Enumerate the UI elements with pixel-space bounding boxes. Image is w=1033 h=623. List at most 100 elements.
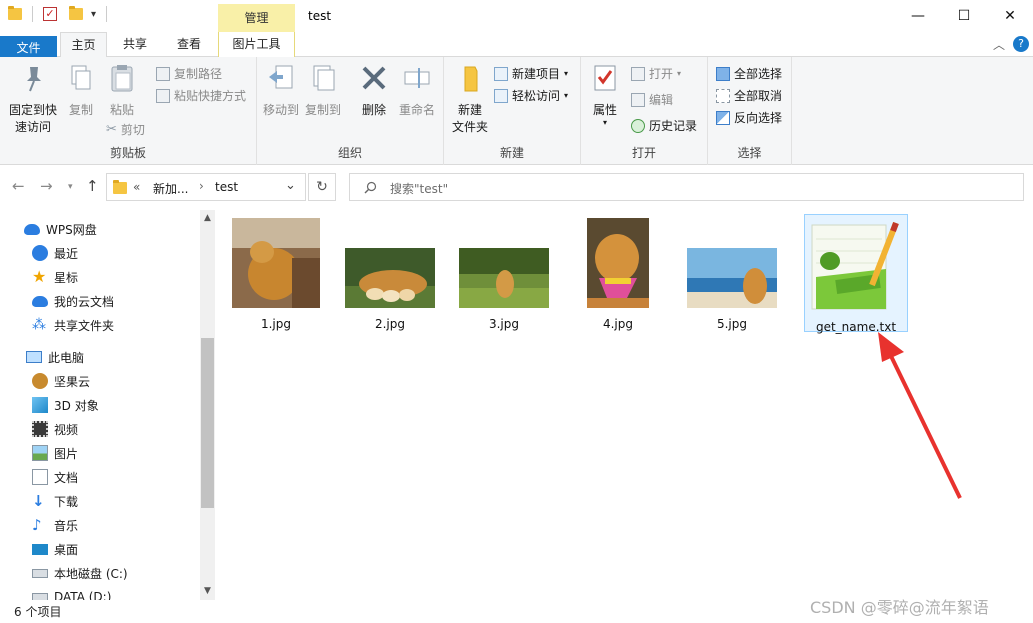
scrollbar-thumb[interactable] bbox=[201, 338, 214, 508]
recent-locations-chevron-icon[interactable]: ▾ bbox=[68, 182, 73, 192]
scroll-down-icon[interactable]: ▼ bbox=[200, 586, 215, 596]
tab-picture-tools[interactable]: 图片工具 bbox=[218, 32, 295, 57]
file-item-selected[interactable]: get_name.txt bbox=[804, 214, 908, 334]
file-item[interactable]: 5.jpg bbox=[680, 214, 784, 331]
sidebar-item-wps-drive[interactable]: WPS网盘 bbox=[24, 218, 97, 240]
easy-access-button[interactable]: 轻松访问 ▾ bbox=[494, 87, 568, 104]
tab-share[interactable]: 共享 bbox=[111, 32, 159, 57]
help-icon[interactable]: ? bbox=[1013, 36, 1029, 52]
scroll-up-icon[interactable]: ▲ bbox=[200, 213, 215, 223]
address-folder-icon bbox=[113, 180, 127, 194]
photo-thumbnail bbox=[232, 218, 320, 308]
folder-icon bbox=[8, 6, 22, 20]
annotation-arrow-icon bbox=[878, 332, 962, 499]
collapse-ribbon-chevron-icon[interactable]: ︿ bbox=[993, 36, 1005, 53]
select-group: 全部选择 全部取消 反向选择 选择 bbox=[708, 57, 792, 165]
new-group-label: 新建 bbox=[499, 146, 524, 160]
select-none-button[interactable]: 全部取消 bbox=[716, 87, 782, 104]
properties-qat-icon[interactable]: ✓ bbox=[43, 7, 57, 21]
new-item-button[interactable]: 新建项目 ▾ bbox=[494, 65, 568, 82]
up-arrow-icon[interactable]: ↑ bbox=[86, 177, 99, 195]
pin-to-quick-access-button[interactable]: 固定到快 速访问 bbox=[6, 63, 60, 136]
dropdown-chevron-icon: ▾ bbox=[602, 118, 607, 127]
select-all-button[interactable]: 全部选择 bbox=[716, 65, 782, 82]
sidebar-item-jianguoyun[interactable]: 坚果云 bbox=[32, 370, 90, 392]
properties-label: 属性 bbox=[592, 103, 617, 117]
maximize-button[interactable]: ☐ bbox=[941, 0, 987, 32]
address-dropdown-chevron-icon[interactable]: ⌄ bbox=[285, 178, 296, 193]
history-icon bbox=[631, 118, 645, 133]
file-item[interactable]: 1.jpg bbox=[224, 214, 328, 331]
breadcrumb-drive[interactable]: 新加... bbox=[153, 180, 188, 197]
cloud-docs-icon bbox=[32, 295, 48, 307]
copy-path-button[interactable]: 复制路径 bbox=[156, 65, 222, 82]
sidebar-item-3d-objects[interactable]: 3D 对象 bbox=[32, 394, 99, 416]
sidebar-item-recent[interactable]: 最近 bbox=[32, 242, 78, 264]
delete-x-icon bbox=[362, 66, 386, 90]
file-item[interactable]: 4.jpg bbox=[566, 214, 670, 331]
sidebar-item-label: 文档 bbox=[54, 470, 79, 485]
dropdown-chevron-icon: ▾ bbox=[564, 69, 569, 78]
search-placeholder: 搜索"test" bbox=[390, 182, 449, 196]
copy-icon bbox=[71, 65, 91, 90]
breadcrumb-current[interactable]: test bbox=[215, 180, 238, 194]
breadcrumb-overflow[interactable]: « bbox=[133, 180, 140, 194]
minimize-button[interactable]: — bbox=[895, 0, 941, 32]
tab-home[interactable]: 主页 bbox=[60, 32, 107, 58]
sidebar-item-downloads[interactable]: ↓ 下载 bbox=[32, 490, 78, 512]
sidebar-item-desktop[interactable]: 桌面 bbox=[32, 538, 78, 560]
paste-shortcut-button[interactable]: 粘贴快捷方式 bbox=[156, 87, 246, 104]
sidebar-item-pictures[interactable]: 图片 bbox=[32, 442, 78, 464]
shared-folder-icon: ⁂ bbox=[32, 317, 46, 333]
new-folder-button[interactable]: 新建 文件夹 bbox=[448, 63, 492, 136]
delete-button[interactable]: 删除 bbox=[357, 63, 391, 119]
copy-to-button[interactable]: 复制到 bbox=[303, 63, 343, 119]
invert-selection-button[interactable]: 反向选择 bbox=[716, 109, 782, 126]
move-to-icon bbox=[269, 65, 293, 89]
file-item[interactable]: 3.jpg bbox=[452, 214, 556, 331]
sidebar-item-music[interactable]: ♪ 音乐 bbox=[32, 514, 78, 536]
sidebar-item-drive-c[interactable]: 本地磁盘 (C:) bbox=[32, 562, 128, 584]
sidebar-item-videos[interactable]: 视频 bbox=[32, 418, 78, 440]
file-list: 1.jpg 2.jpg 3.jpg 4.jpg 5.jpg get_name.t… bbox=[224, 210, 1024, 600]
cut-label: 剪切 bbox=[120, 123, 145, 137]
close-button[interactable]: ✕ bbox=[987, 0, 1033, 32]
paste-shortcut-icon bbox=[156, 88, 170, 103]
sidebar-item-documents[interactable]: 文档 bbox=[32, 466, 78, 488]
sidebar-scrollbar[interactable]: ▲ ▼ bbox=[200, 210, 215, 600]
clock-icon bbox=[32, 245, 48, 261]
sidebar-item-label: 下载 bbox=[54, 494, 79, 509]
open-group: 属性 ▾ 打开 ▾ 编辑 历史记录 打开 bbox=[581, 57, 708, 165]
open-button[interactable]: 打开 ▾ bbox=[631, 65, 681, 82]
nut-icon bbox=[32, 373, 48, 389]
sidebar-item-cloud-docs[interactable]: 我的云文档 bbox=[32, 290, 114, 312]
drive-icon bbox=[32, 592, 48, 600]
forward-arrow-icon[interactable]: → bbox=[40, 177, 53, 195]
file-item[interactable]: 2.jpg bbox=[338, 214, 442, 331]
photo-thumbnail bbox=[459, 248, 549, 308]
tab-view[interactable]: 查看 bbox=[164, 32, 214, 57]
move-to-button[interactable]: 移动到 bbox=[261, 63, 301, 119]
sidebar-item-starred[interactable]: ★ 星标 bbox=[32, 266, 78, 288]
paste-button[interactable]: 粘贴 bbox=[104, 63, 140, 119]
search-box[interactable]: 搜索"test" bbox=[349, 173, 1024, 201]
edit-button[interactable]: 编辑 bbox=[631, 91, 673, 108]
address-bar[interactable]: « 新加... › test ⌄ bbox=[106, 173, 306, 201]
cut-button[interactable]: ✂ 剪切 bbox=[106, 121, 145, 138]
easy-access-label: 轻松访问 bbox=[512, 89, 561, 103]
file-name: 5.jpg bbox=[716, 317, 748, 331]
properties-button[interactable]: 属性 ▾ bbox=[587, 63, 623, 127]
file-name: 2.jpg bbox=[374, 317, 406, 331]
customize-qat-chevron-icon[interactable]: ▾ bbox=[91, 9, 96, 20]
rename-button[interactable]: 重命名 bbox=[395, 63, 439, 119]
new-folder-qat-icon[interactable] bbox=[69, 6, 83, 20]
sidebar-item-shared-folder[interactable]: ⁂ 共享文件夹 bbox=[32, 314, 114, 336]
copy-button[interactable]: 复制 bbox=[64, 63, 98, 119]
history-button[interactable]: 历史记录 bbox=[631, 117, 697, 134]
refresh-button[interactable]: ↻ bbox=[308, 173, 336, 201]
sidebar-item-this-pc[interactable]: 此电脑 bbox=[26, 346, 84, 368]
back-arrow-icon[interactable]: ← bbox=[12, 177, 25, 195]
sidebar-item-drive-d[interactable]: DATA (D:) bbox=[32, 586, 111, 600]
copy-label: 复制 bbox=[68, 103, 93, 117]
dropdown-chevron-icon: ▾ bbox=[564, 91, 569, 100]
